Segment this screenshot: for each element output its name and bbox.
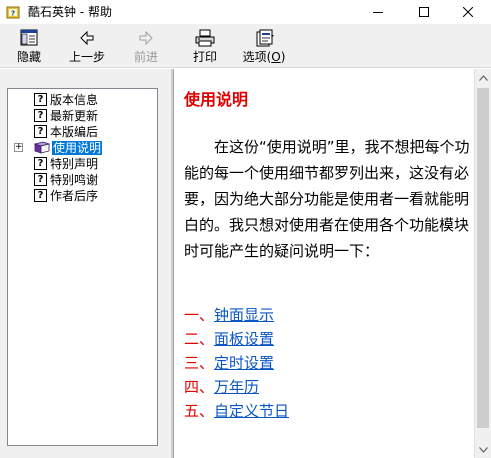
options-button[interactable]: 选项(O) — [239, 26, 289, 66]
navigation-pane: ? 版本信息 ? 最新更新 ? 本版编后 + 使用说明 ? 特别声明 ? 特别鸣… — [0, 69, 171, 458]
back-arrow-icon — [80, 30, 94, 46]
list-number: 五、 — [184, 402, 215, 420]
tree-item-label: 作者后序 — [50, 188, 99, 203]
forward-arrow-icon — [139, 30, 153, 46]
tree-item-label: 版本信息 — [50, 92, 99, 107]
topic-link-list: 一、钟面显示 二、面板设置 三、定时设置 四、万年历 五、自定义节日 — [184, 303, 470, 423]
vertical-scrollbar[interactable] — [474, 69, 491, 458]
tree-item-editors-note[interactable]: ? 本版编后 — [34, 124, 99, 139]
printer-icon — [195, 29, 215, 47]
close-button[interactable] — [445, 0, 491, 24]
hide-button[interactable]: 隐藏 — [4, 26, 54, 66]
topic-link[interactable]: 万年历 — [214, 378, 259, 396]
page-title: 使用说明 — [184, 90, 249, 109]
topic-link[interactable]: 面板设置 — [214, 330, 274, 348]
print-button[interactable]: 打印 — [180, 26, 230, 66]
svg-text:?: ? — [11, 10, 15, 18]
hide-label: 隐藏 — [16, 50, 41, 64]
tree-item-special-statement[interactable]: ? 特别声明 — [34, 156, 99, 171]
minimize-icon — [373, 12, 383, 13]
list-item: 三、定时设置 — [184, 351, 470, 375]
tree-item-label: 最新更新 — [50, 108, 99, 123]
tree-item-label: 使用说明 — [52, 140, 103, 155]
content-pane: 使用说明 在这份“使用说明”里，我不想把每个功能的每一个使用细节都罗列出来，这没… — [173, 69, 474, 458]
topic-link[interactable]: 定时设置 — [214, 354, 274, 372]
list-item: 五、自定义节日 — [184, 399, 470, 423]
contents-tree: ? 版本信息 ? 最新更新 ? 本版编后 + 使用说明 ? 特别声明 ? 特别鸣… — [7, 88, 158, 446]
options-icon — [256, 29, 274, 47]
tree-item-latest-updates[interactable]: ? 最新更新 — [34, 108, 99, 123]
list-item: 四、万年历 — [184, 375, 470, 399]
scroll-thumb[interactable] — [477, 88, 489, 428]
scroll-up-button[interactable] — [475, 69, 491, 86]
help-topic-icon: ? — [34, 189, 47, 202]
topic-link[interactable]: 钟面显示 — [214, 306, 274, 324]
chevron-up-icon — [479, 74, 488, 81]
help-book-icon: ? — [6, 6, 20, 19]
expand-toggle[interactable]: + — [14, 143, 23, 152]
back-button[interactable]: 上一步 — [62, 26, 112, 66]
tree-item-instructions[interactable]: 使用说明 — [34, 140, 103, 155]
title-bar: ? 酷石英钟 - 帮助 — [0, 0, 491, 24]
help-topic-icon: ? — [34, 173, 47, 186]
tree-item-afterword[interactable]: ? 作者后序 — [34, 188, 99, 203]
list-number: 三、 — [184, 354, 215, 372]
help-topic-icon: ? — [34, 157, 47, 170]
tree-item-label: 本版编后 — [50, 124, 99, 139]
intro-paragraph: 在这份“使用说明”里，我不想把每个功能的每一个使用细节都罗列出来，这没有必要，因… — [184, 138, 470, 260]
close-icon — [463, 7, 473, 17]
back-label: 上一步 — [68, 50, 105, 64]
minimize-button[interactable] — [355, 0, 401, 24]
maximize-icon — [419, 7, 429, 17]
topic-link[interactable]: 自定义节日 — [214, 402, 289, 420]
print-label: 打印 — [192, 50, 217, 64]
list-number: 一、 — [184, 306, 215, 324]
help-topic-icon: ? — [34, 125, 47, 138]
chevron-down-icon — [479, 446, 488, 453]
list-number: 四、 — [184, 378, 215, 396]
help-topic-icon: ? — [34, 93, 47, 106]
tree-item-version-info[interactable]: ? 版本信息 — [34, 92, 99, 107]
content-body: 在这份“使用说明”里，我不想把每个功能的每一个使用细节都罗列出来，这没有必要，因… — [184, 134, 470, 264]
hide-pane-icon — [20, 29, 38, 46]
window-title: 酷石英钟 - 帮助 — [28, 5, 112, 19]
list-item: 二、面板设置 — [184, 327, 470, 351]
help-topic-icon: ? — [34, 109, 47, 122]
closed-book-icon — [34, 141, 50, 154]
forward-label: 前进 — [133, 50, 158, 64]
tree-item-label: 特别声明 — [50, 156, 99, 171]
list-number: 二、 — [184, 330, 215, 348]
maximize-button[interactable] — [401, 0, 447, 24]
scroll-down-button[interactable] — [475, 441, 491, 458]
forward-button[interactable]: 前进 — [121, 26, 171, 66]
list-item: 一、钟面显示 — [184, 303, 470, 327]
options-label: 选项(O) — [242, 50, 286, 64]
tree-item-acknowledgements[interactable]: ? 特别鸣谢 — [34, 172, 99, 187]
toolbar: 隐藏 上一步 前进 打印 选项(O) — [0, 24, 491, 68]
tree-item-label: 特别鸣谢 — [50, 172, 99, 187]
